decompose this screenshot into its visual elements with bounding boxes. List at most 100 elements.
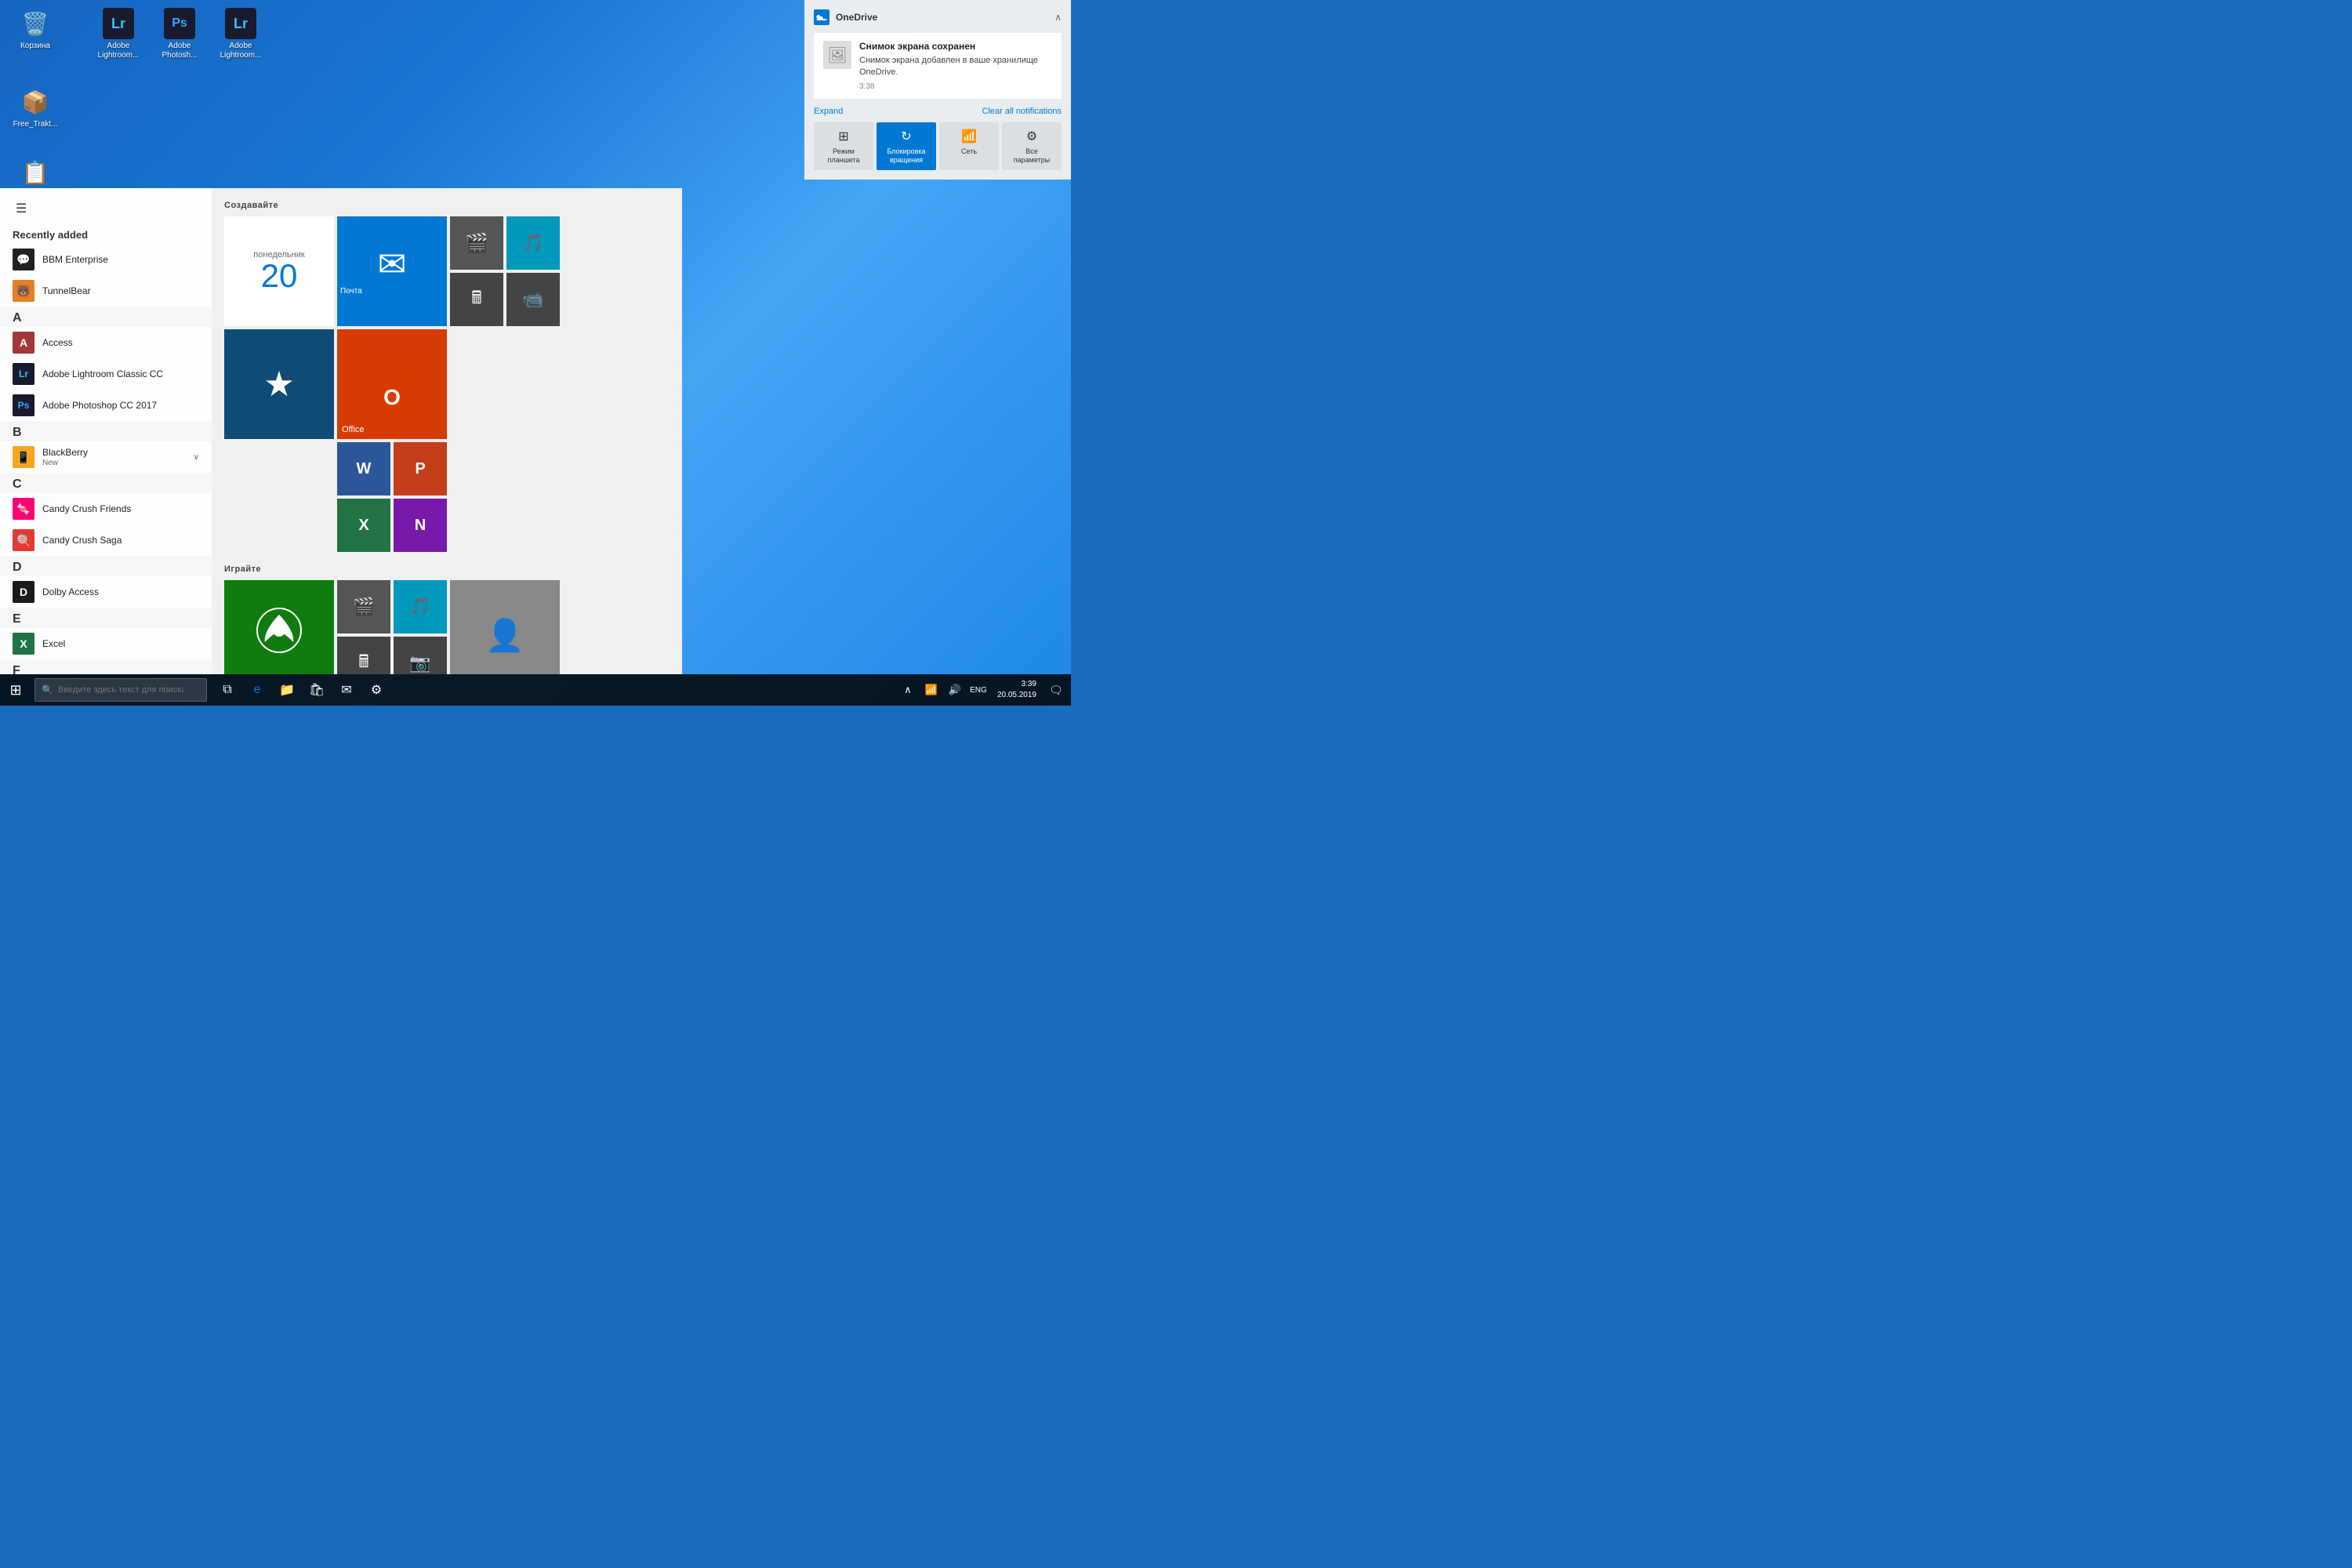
webcam-icon: 📹 [506,273,560,326]
start-button[interactable]: ⊞ [0,674,31,706]
candy-friends-name: Candy Crush Friends [42,503,131,514]
traktor-pro-icon: 📋 [20,157,51,188]
ms-apps-grid: W P X N [337,442,447,552]
app-item-lightroom[interactable]: Lr Adobe Lightroom Classic CC [0,358,212,390]
mail-label: Почта [337,285,365,298]
search-bar[interactable]: 🔍 [34,678,207,702]
tablet-icon: ⊞ [838,129,848,144]
tile-calc[interactable]: 🖩 [450,273,503,326]
desktop-icon-free-traktor[interactable]: 📦 Free_Trakt... [8,86,63,129]
desktop-icon-lightroom2[interactable]: Lr AdobeLightroom... [213,8,268,60]
tile-xbox[interactable]: Xbox [224,580,334,674]
onedrive-app-icon [814,9,829,25]
tile-cam2[interactable]: 📷 [394,637,447,674]
taskbar-clock[interactable]: 3:39 20.05.2019 [993,679,1041,701]
network-icon: 📶 [961,129,977,144]
lightroom2-icon: Lr [225,8,256,39]
taskbar-task-view[interactable]: ⧉ [213,674,241,706]
desktop-icon-photoshop[interactable]: Ps AdobePhotosh... [152,8,207,60]
app-item-access[interactable]: A Access [0,327,212,358]
blackberry-sub: New [42,459,88,467]
taskbar-edge[interactable]: e [243,674,271,706]
expand-btn[interactable]: Expand [814,107,843,116]
taskbar-lang[interactable]: ENG [967,674,989,706]
quick-network[interactable]: 📶 Сеть [939,122,999,171]
clock-time: 3:39 [1022,679,1036,690]
tile-video[interactable]: 🎬 [450,216,503,270]
taskbar-mail[interactable]: ✉ [332,674,361,706]
powerpoint-icon: P [394,442,447,495]
desktop-icons-row1: 🗑️ Корзина Lr AdobeLightroom... Ps Adobe… [8,8,268,60]
rotate-label: Блокировкавращения [887,147,925,165]
onenote-icon: N [394,499,447,552]
play-tiles-grid: Xbox 🎬 🎵 🖩 [224,580,670,674]
taskbar-action-center[interactable]: 🗨 [1044,674,1068,706]
tile-photos[interactable]: 👤 Фотог... [450,580,560,674]
tile-movies[interactable]: 🎬 [337,580,390,633]
office-tile-label: Office [337,423,369,436]
quick-settings[interactable]: ⚙ Всепараметры [1002,122,1062,171]
tile-word[interactable]: W [337,442,390,495]
excel-icon: X [13,633,34,655]
tile-calc2[interactable]: 🖩 [337,637,390,674]
tile-mail[interactable]: ✉ Почта [337,216,447,326]
calc2-icon: 🖩 [358,648,368,674]
taskbar-settings[interactable]: ⚙ [362,674,390,706]
notif-footer: Expand Clear all notifications [814,107,1062,116]
tile-webcam[interactable]: 📹 [506,273,560,326]
settings-icon: ⚙ [1026,129,1037,144]
alpha-a: A [0,307,212,327]
settings-label: Всепараметры [1014,147,1050,165]
tile-music2[interactable]: 🎵 [394,580,447,633]
app-item-dolby[interactable]: D Dolby Access [0,576,212,608]
app-item-bbm[interactable]: 💬 BBM Enterprise [0,244,212,275]
taskbar-chevron[interactable]: ∧ [897,674,919,706]
notif-thumb-icon: 🖼 [827,45,847,65]
groove-icon: 🎵 [506,216,560,270]
lightroom2-label: AdobeLightroom... [220,42,262,60]
notif-body: Снимок экрана добавлен в ваше хранилище … [859,55,1052,79]
tile-calendar[interactable]: понедельник 20 [224,216,334,326]
clear-all-btn[interactable]: Clear all notifications [982,107,1062,116]
hamburger-menu[interactable]: ☰ [13,198,30,220]
tile-onenote[interactable]: N [394,499,447,552]
play-section-label: Играйте [224,564,670,574]
app-item-photoshop[interactable]: Ps Adobe Photoshop CC 2017 [0,390,212,421]
quick-rotate-lock[interactable]: ↻ Блокировкавращения [877,122,936,171]
notif-header: OneDrive ∧ [814,9,1062,25]
blackberry-name: BlackBerry [42,447,88,458]
desktop-icon-lightroom1[interactable]: Lr AdobeLightroom... [91,8,146,60]
taskbar-volume-icon[interactable]: 🔊 [944,674,966,706]
quick-tablet-mode[interactable]: ⊞ Режимпланшета [814,122,873,171]
tile-favorites[interactable]: ★ [224,329,334,439]
tile-groove[interactable]: 🎵 [506,216,560,270]
free-traktor-icon: 📦 [20,86,51,118]
small-tiles-grid: 🎬 🎵 🖩 📹 [450,216,560,326]
app-item-candy-friends[interactable]: 🍬 Candy Crush Friends [0,493,212,524]
tile-powerpoint[interactable]: P [394,442,447,495]
rotate-icon: ↻ [901,129,911,144]
play-small-tiles: 🎬 🎵 🖩 📷 [337,580,447,674]
taskbar-network-icon[interactable]: 📶 [920,674,942,706]
taskbar-store[interactable]: 🛍 [303,674,331,706]
tile-excel-tile[interactable]: X [337,499,390,552]
tile-office[interactable]: O Office [337,329,447,439]
photoshop-name: Adobe Photoshop CC 2017 [42,400,157,411]
candy-saga-icon: 🍭 [13,529,34,551]
app-item-candy-saga[interactable]: 🍭 Candy Crush Saga [0,524,212,556]
notif-collapse-btn[interactable]: ∧ [1054,12,1062,23]
search-input[interactable] [58,685,183,695]
onedrive-app-name: OneDrive [836,12,1048,23]
desktop-icon-recycle[interactable]: 🗑️ Корзина [8,8,63,60]
start-menu-left: ☰ Recently added 💬 BBM Enterprise 🐻 Tunn… [0,188,212,674]
app-item-excel[interactable]: X Excel [0,628,212,659]
taskbar-explorer[interactable]: 📁 [273,674,301,706]
app-item-tunnelbear[interactable]: 🐻 TunnelBear [0,275,212,307]
svg-text:O: O [383,385,401,409]
photoshop-list-icon: Ps [13,394,34,416]
app-item-blackberry[interactable]: 📱 BlackBerry New ∨ [0,441,212,473]
office-logo-icon: O [372,376,412,423]
music2-icon: 🎵 [409,597,430,617]
video-icon: 🎬 [450,216,503,270]
excel-name: Excel [42,638,65,649]
